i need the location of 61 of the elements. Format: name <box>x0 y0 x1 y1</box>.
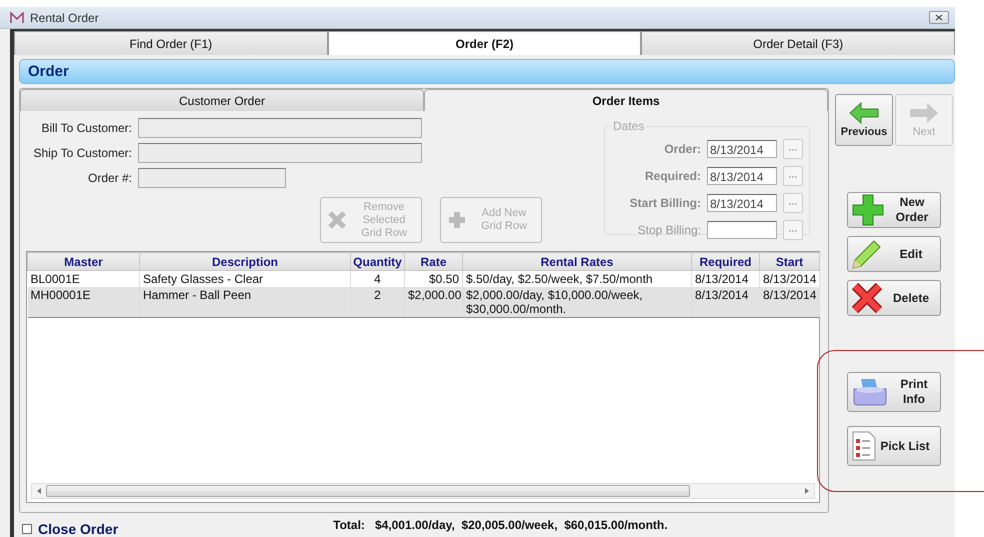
table-row[interactable]: MH00001E Hammer - Ball Peen 2 $2,000.00 $2,000.00/day, $10,000.00/week, $30,000.00/month. 8/13/2014 8/13/2014 <box>28 287 820 318</box>
checkbox-label: Close Order <box>38 521 118 537</box>
table-cell: 8/13/2014 <box>692 287 760 318</box>
input-field[interactable] <box>138 168 286 188</box>
column-header[interactable]: Quantity <box>350 252 404 270</box>
table-cell: $2,000.00/day, $10,000.00/week, $30,000.00/month. <box>462 287 692 318</box>
tab[interactable]: Find Order (F1) <box>14 31 328 55</box>
checklist-icon <box>852 431 876 461</box>
printer-icon <box>852 377 888 407</box>
field-label: Bill To Customer: <box>40 121 132 135</box>
table-cell: 8/13/2014 <box>760 287 820 318</box>
left-arrow-icon <box>849 102 879 124</box>
action-button[interactable]: Delete <box>847 280 941 316</box>
tab[interactable]: Order (F2) <box>328 31 642 55</box>
date-field[interactable]: 8/13/2014 <box>707 194 777 212</box>
report-button[interactable]: Pick List <box>847 426 941 466</box>
field-label: Ship To Customer: <box>32 146 132 160</box>
report-button[interactable]: Print Info <box>847 372 941 412</box>
checkbox[interactable] <box>22 524 32 534</box>
field-label: Order #: <box>86 171 132 185</box>
table-cell: $2,000.00 <box>404 287 462 318</box>
total-text: Total: $4,001.00/day, $20,005.00/week, $60,015.00/month. <box>333 518 668 532</box>
column-header[interactable]: Required <box>692 252 760 270</box>
x-icon <box>327 210 347 230</box>
column-header[interactable]: Description <box>140 252 350 270</box>
tab[interactable]: Order Detail (F3) <box>641 31 956 55</box>
tab[interactable]: Order Items <box>424 89 828 111</box>
plus-icon <box>447 210 467 230</box>
window-title: Rental Order <box>30 10 100 24</box>
input-field[interactable] <box>138 143 422 163</box>
plus-icon <box>852 194 884 226</box>
date-label: Start Billing: <box>630 196 701 210</box>
group-title: Dates <box>612 119 646 133</box>
previous-button[interactable]: Previous <box>835 94 893 146</box>
x-icon <box>852 283 882 313</box>
pencil-icon <box>852 239 882 269</box>
date-label: Order: <box>664 142 701 156</box>
action-button[interactable]: New Order <box>847 192 941 228</box>
close-icon <box>935 14 943 21</box>
column-header[interactable]: Rate <box>404 252 462 270</box>
date-label: Required: <box>644 168 701 182</box>
date-field[interactable]: 8/13/2014 <box>707 166 777 184</box>
scroll-right-icon[interactable] <box>804 488 810 494</box>
table-cell: Hammer - Ball Peen <box>140 287 350 318</box>
scroll-left-icon[interactable] <box>36 488 42 494</box>
table-cell: 2 <box>350 287 404 318</box>
close-button[interactable] <box>929 11 949 24</box>
table-cell: MH00001E <box>28 287 140 318</box>
action-button[interactable]: Edit <box>847 236 941 272</box>
tab[interactable]: Customer Order <box>20 89 424 111</box>
horizontal-scrollbar[interactable] <box>31 483 815 499</box>
right-arrow-icon <box>909 102 939 124</box>
section-header: Order <box>19 59 955 84</box>
date-label: Stop Billing: <box>638 222 701 236</box>
app-icon <box>10 12 24 24</box>
column-header[interactable]: Rental Rates <box>462 252 692 270</box>
input-field[interactable] <box>138 118 422 138</box>
date-field[interactable]: 8/13/2014 <box>707 140 777 158</box>
date-field[interactable] <box>707 220 777 238</box>
column-header[interactable]: Start <box>760 252 820 270</box>
column-header[interactable]: Master <box>28 252 140 270</box>
